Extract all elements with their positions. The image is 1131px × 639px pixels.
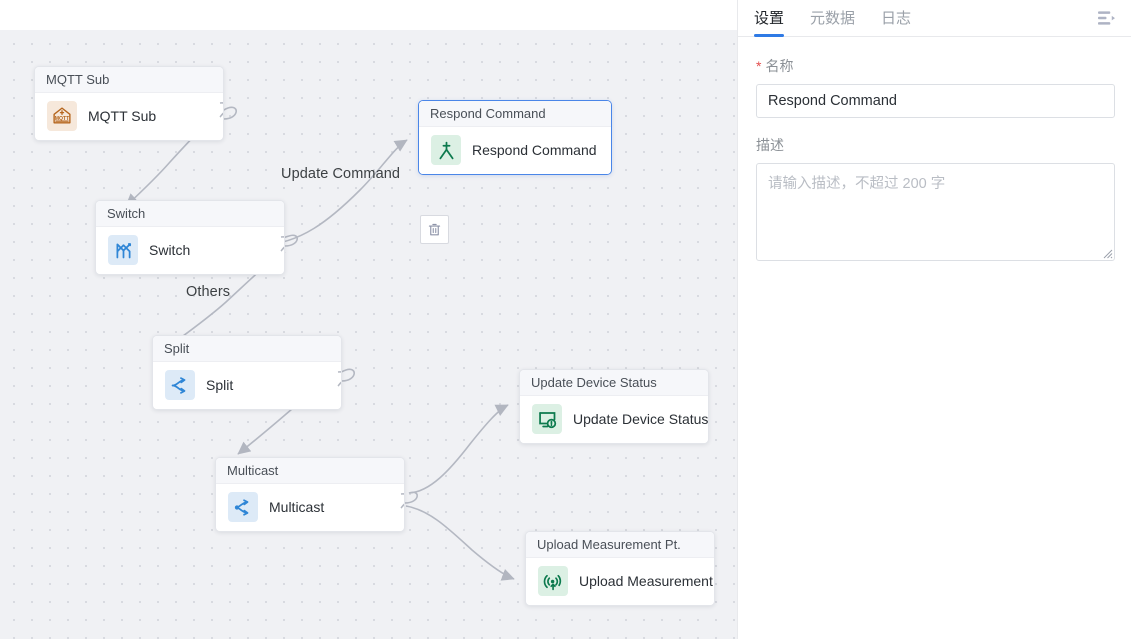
flow-node-label: Respond Command [472,142,597,158]
flow-node-switch[interactable]: Switch Switch [95,200,285,275]
flow-node-mqtt-sub[interactable]: MQTT Sub MQTT MQTT Sub [34,66,224,141]
required-marker: * [756,58,761,74]
node-output-port[interactable] [219,99,224,121]
upload-measurement-icon [538,566,568,596]
flow-canvas[interactable]: Update Command Others MQTT Sub MQTT M [0,30,737,639]
flow-node-update-device-status[interactable]: Update Device Status Update Device Statu… [519,369,709,444]
flow-node-respond-command[interactable]: Respond Command Respond Command [418,100,612,175]
properties-panel: 设置 元数据 日志 *名称 [737,0,1131,639]
tab-settings-label: 设置 [754,10,784,27]
tab-metadata[interactable]: 元数据 [810,1,855,36]
flow-node-title: Respond Command [419,101,611,127]
flow-node-body: Update Device Status [520,396,708,443]
flow-node-body: MQTT MQTT Sub [35,93,223,140]
edge-multicast-to-upload [406,506,514,579]
tab-settings[interactable]: 设置 [754,1,784,36]
flow-node-label: Update Device Status [573,411,708,427]
name-input[interactable] [756,84,1115,118]
panel-collapse-icon[interactable] [1095,7,1117,29]
description-textarea[interactable] [756,163,1115,261]
flow-node-body: Respond Command [419,127,611,174]
node-output-port[interactable] [400,490,405,512]
panel-tab-bar: 设置 元数据 日志 [738,0,1131,37]
flow-node-upload-measurement-pt[interactable]: Upload Measurement Pt. Upload Measuremen… [525,531,715,606]
mqtt-icon: MQTT [47,101,77,131]
flow-node-multicast[interactable]: Multicast Multicast [215,457,405,532]
device-status-icon [532,404,562,434]
respond-merge-icon [431,135,461,165]
flow-node-title: Multicast [216,458,404,484]
switch-fork-icon [108,235,138,265]
delete-node-button[interactable] [420,215,449,244]
flow-node-title: Switch [96,201,284,227]
flow-node-body: Upload Measurement Pt. [526,558,714,605]
flow-node-title: Update Device Status [520,370,708,396]
flow-node-title: Split [153,336,341,362]
flow-node-split[interactable]: Split Split [152,335,342,410]
node-output-port[interactable] [337,368,342,390]
field-description-label: 描述 [756,136,1115,154]
flow-node-label: Split [206,377,233,393]
trash-icon [427,222,442,237]
flow-node-body: Split [153,362,341,409]
tab-metadata-label: 元数据 [810,10,855,27]
field-description: 描述 [756,136,1115,261]
workflow-editor: Update Command Others MQTT Sub MQTT M [0,0,1131,639]
flow-node-title: Upload Measurement Pt. [526,532,714,558]
flow-node-label: Upload Measurement Pt. [579,573,715,589]
node-output-port[interactable] [280,233,285,255]
field-name-label-text: 名称 [765,58,793,74]
split-icon [165,370,195,400]
flow-node-label: Switch [149,242,190,258]
edge-label-others: Others [186,284,230,300]
flow-node-title: MQTT Sub [35,67,223,93]
flow-canvas-area: Update Command Others MQTT Sub MQTT M [0,0,737,639]
field-name: *名称 [756,57,1115,118]
flow-node-label: MQTT Sub [88,108,156,124]
field-name-label: *名称 [756,57,1115,75]
flow-node-body: Switch [96,227,284,274]
edge-multicast-to-update-status [405,405,508,503]
flow-node-body: Multicast [216,484,404,531]
flow-node-label: Multicast [269,499,324,515]
multicast-icon [228,492,258,522]
tab-logs-label: 日志 [881,10,911,27]
settings-form: *名称 描述 [738,37,1131,261]
tab-logs[interactable]: 日志 [881,1,911,36]
edge-label-update-command: Update Command [281,166,400,182]
